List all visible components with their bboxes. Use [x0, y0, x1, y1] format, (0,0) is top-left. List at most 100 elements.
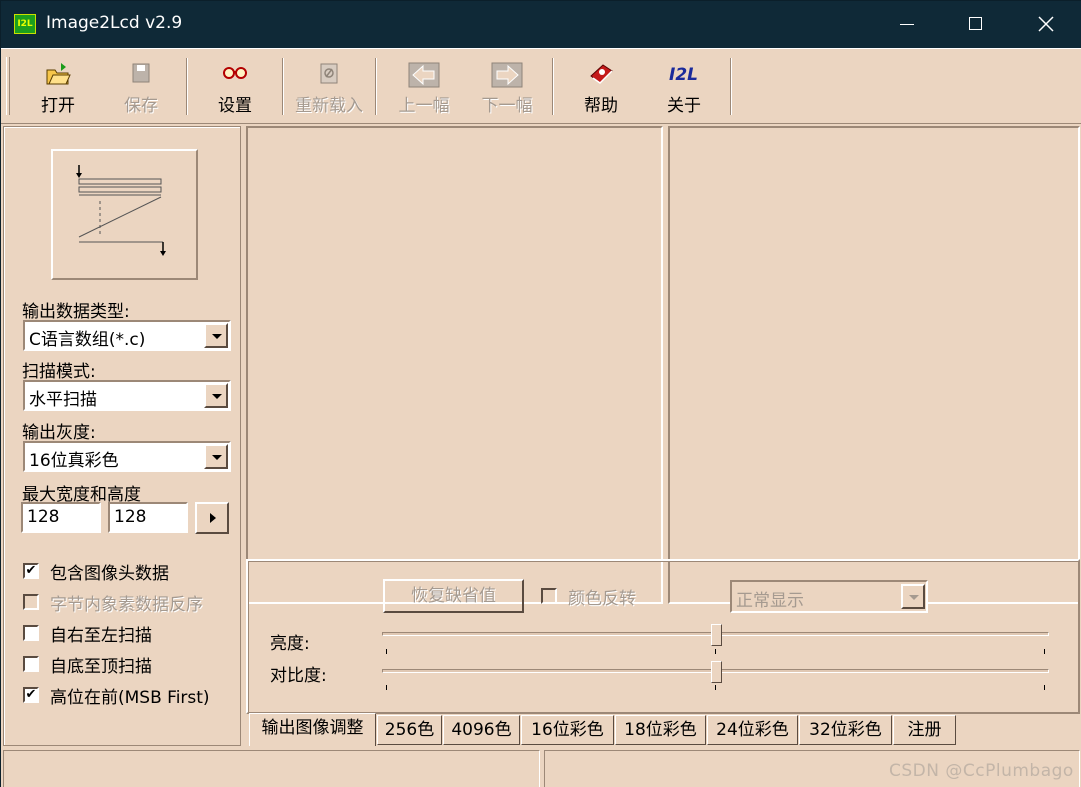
svg-text:I2L: I2L — [669, 65, 698, 85]
gray-value: 16位真彩色 — [29, 451, 119, 471]
restore-defaults-button[interactable]: 恢复缺省值 — [383, 579, 524, 613]
right-to-left-label: 自右至左扫描 — [50, 626, 152, 646]
toolbar-separator — [552, 58, 554, 115]
prev-arrow-icon — [408, 62, 440, 88]
next-arrow-icon — [491, 62, 523, 88]
brightness-label: 亮度: — [270, 634, 310, 654]
slider-tick — [386, 685, 387, 690]
tab-register[interactable]: 注册 — [893, 715, 956, 745]
tab-256-color[interactable]: 256色 — [377, 715, 442, 745]
prev-image-label: 上一幅 — [398, 96, 450, 116]
about-label: 关于 — [667, 96, 701, 116]
help-button[interactable]: 帮助 — [559, 57, 643, 116]
brightness-slider-thumb[interactable] — [711, 624, 722, 646]
slider-tick — [1044, 685, 1045, 690]
output-type-select[interactable]: C语言数组(*.c) — [23, 320, 231, 351]
slider-tick — [715, 685, 716, 690]
scan-direction-icon — [76, 165, 166, 256]
save-button[interactable]: 保存 — [101, 57, 181, 116]
watermark: CSDN @CcPlumbago — [889, 761, 1074, 781]
app-window: I2L Image2Lcd v2.9 打开 保存 设置 重新载入 上一幅 下一幅… — [0, 0, 1081, 787]
settings-label: 设置 — [218, 96, 252, 116]
help-book-icon — [590, 64, 613, 84]
app-icon: I2L — [14, 14, 36, 34]
chevron-down-icon[interactable] — [204, 444, 228, 469]
tab-24bit-color[interactable]: 24位彩色 — [707, 715, 798, 745]
reload-icon — [320, 63, 338, 84]
toolbar-separator — [186, 58, 188, 115]
checkbox-box[interactable] — [23, 656, 39, 672]
open-button[interactable]: 打开 — [15, 57, 101, 116]
about-button[interactable]: I2L 关于 — [642, 57, 726, 116]
reload-button[interactable]: 重新载入 — [287, 57, 371, 116]
close-icon — [1038, 16, 1054, 32]
scan-mode-label: 扫描模式: — [22, 362, 96, 382]
title-bar: I2L Image2Lcd v2.9 — [1, 1, 1081, 48]
settings-button[interactable]: 设置 — [193, 57, 277, 116]
minimize-icon — [900, 24, 914, 25]
slider-tick — [715, 649, 716, 654]
scan-mode-select[interactable]: 水平扫描 — [23, 380, 231, 411]
glasses-icon — [223, 67, 247, 79]
contrast-slider-thumb[interactable] — [711, 661, 722, 683]
max-height-input[interactable]: 128 — [108, 502, 188, 533]
color-invert-label: 颜色反转 — [568, 589, 636, 609]
client-area: 打开 保存 设置 重新载入 上一幅 下一幅 帮助 I2L 关于 输出数据类型: … — [1, 48, 1081, 787]
contrast-label: 对比度: — [270, 666, 327, 686]
scan-mode-diagram — [51, 149, 198, 280]
tab-32bit-color[interactable]: 32位彩色 — [799, 715, 892, 745]
open-label: 打开 — [41, 96, 75, 116]
save-label: 保存 — [124, 96, 158, 116]
tab-output-adjust[interactable]: 输出图像调整 — [249, 713, 376, 746]
include-header-label: 包含图像头数据 — [50, 564, 169, 584]
gray-label: 输出灰度: — [22, 423, 96, 443]
save-icon — [132, 63, 150, 83]
display-mode-value: 正常显示 — [736, 591, 804, 611]
reload-label: 重新载入 — [295, 96, 363, 116]
max-width-input[interactable]: 128 — [21, 502, 101, 533]
display-mode-select[interactable]: 正常显示 — [730, 580, 928, 613]
toolbar-separator — [375, 58, 377, 115]
open-folder-icon — [46, 63, 71, 85]
tab-4096-color[interactable]: 4096色 — [443, 715, 520, 745]
tab-18bit-color[interactable]: 18位彩色 — [615, 715, 706, 745]
checkbox-check-icon[interactable]: ✔ — [23, 687, 39, 703]
bottom-to-top-label: 自底至顶扫描 — [50, 657, 152, 677]
slider-tick — [386, 649, 387, 654]
image-adjust-panel: 恢复缺省值 颜色反转 正常显示 亮度: 对比度: — [246, 559, 1080, 714]
checkbox-box[interactable] — [541, 588, 557, 604]
chevron-down-icon[interactable] — [204, 323, 228, 348]
close-button[interactable] — [1011, 1, 1081, 48]
next-image-label: 下一幅 — [481, 96, 533, 116]
next-image-button[interactable]: 下一幅 — [465, 57, 549, 116]
window-title: Image2Lcd v2.9 — [46, 13, 183, 33]
tab-16bit-color[interactable]: 16位彩色 — [521, 715, 614, 745]
gray-select[interactable]: 16位真彩色 — [23, 441, 231, 472]
toolbar-separator — [730, 58, 732, 115]
minimize-button[interactable] — [872, 1, 942, 48]
reverse-pixel-label: 字节内象素数据反序 — [50, 595, 203, 615]
checkbox-box[interactable] — [23, 594, 39, 610]
status-bar-left — [3, 750, 540, 787]
toolbar: 打开 保存 设置 重新载入 上一幅 下一幅 帮助 I2L 关于 — [1, 48, 1081, 124]
toolbar-grip[interactable] — [6, 57, 10, 115]
checkbox-box[interactable] — [23, 625, 39, 641]
apply-size-button[interactable] — [195, 502, 229, 534]
maximize-icon — [969, 17, 982, 30]
prev-image-button[interactable]: 上一幅 — [382, 57, 466, 116]
chevron-down-icon[interactable] — [204, 383, 228, 408]
msb-first-label: 高位在前(MSB First) — [50, 688, 210, 708]
output-image-pane — [668, 126, 1080, 604]
toolbar-separator — [282, 58, 284, 115]
i2l-logo-icon: I2L — [669, 65, 698, 85]
help-label: 帮助 — [584, 96, 618, 116]
settings-panel: 输出数据类型: C语言数组(*.c) 扫描模式: 水平扫描 输出灰度: 16位真… — [3, 126, 241, 746]
source-image-pane — [246, 126, 663, 604]
checkbox-check-icon[interactable]: ✔ — [23, 563, 39, 579]
chevron-down-icon[interactable] — [901, 584, 925, 609]
scan-mode-value: 水平扫描 — [29, 390, 97, 410]
slider-tick — [1044, 649, 1045, 654]
output-type-value: C语言数组(*.c) — [29, 330, 146, 350]
output-type-label: 输出数据类型: — [22, 302, 130, 322]
maximize-button[interactable] — [941, 1, 1011, 48]
